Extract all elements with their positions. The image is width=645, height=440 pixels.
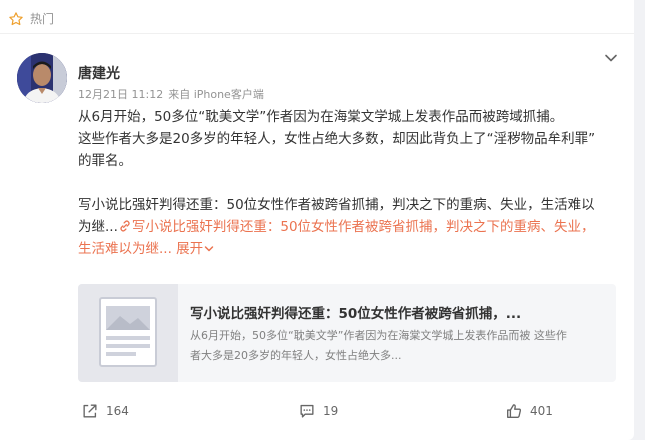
post-content: 从6月开始，50多位“耽美文学”作者因为在海棠文学城上发表作品而被跨域抓捕。 这… <box>78 106 618 260</box>
expand-button[interactable]: 展开 <box>176 241 215 257</box>
like-count: 401 <box>530 404 553 418</box>
article-link[interactable]: 写小说比强奸判得还重：50位女性作者被跨省抓捕，判决之下的重病、失业， <box>118 219 595 235</box>
content-line: 这些作者大多是20多岁的年轻人，女性占绝大多数，却因此背负上了“淫秽物品牟利罪” <box>78 131 596 147</box>
article-link-cont[interactable]: 生活难以为继... <box>78 241 172 257</box>
article-desc-line: 从6月开始，50多位“耽美文学”作者因为在海棠文学城上发表作品而被 这些作 <box>190 329 567 342</box>
content-line: 为继... 写小说比强奸判得还重：50位女性作者被跨省抓捕，判决之下的重病、失业， <box>78 216 618 238</box>
content-line: 写小说比强奸判得还重：50位女性作者被跨省抓捕，判决之下的重病、失业，生活难以 <box>78 197 595 213</box>
article-title[interactable]: 写小说比强奸判得还重：50位女性作者被跨省抓捕，... <box>190 302 521 322</box>
like-button[interactable]: 401 <box>505 402 553 420</box>
article-link-text[interactable]: 写小说比强奸判得还重：50位女性作者被跨省抓捕，判决之下的重病、失业， <box>132 219 595 235</box>
comment-icon <box>300 404 314 418</box>
chevron-down-small-icon <box>204 246 214 252</box>
post-source: 来自 iPhone客户端 <box>168 88 264 101</box>
content-line: 生活难以为继... 展开 <box>78 238 618 260</box>
divider <box>0 33 634 34</box>
share-icon <box>83 404 97 418</box>
article-description: 从6月开始，50多位“耽美文学”作者因为在海棠文学城上发表作品而被 这些作 者大… <box>190 326 600 366</box>
share-button[interactable]: 164 <box>81 402 129 420</box>
share-count: 164 <box>106 404 129 418</box>
content-line: 的罪名。 <box>78 153 132 169</box>
expand-label[interactable]: 展开 <box>176 241 203 257</box>
link-icon <box>120 220 130 232</box>
article-card[interactable]: 写小说比强奸判得还重：50位女性作者被跨省抓捕，... 从6月开始，50多位“耽… <box>78 284 616 382</box>
article-desc-line: 者大多是20多岁的年轻人，女性占绝大多... <box>190 349 402 362</box>
star-outline-icon <box>9 11 23 25</box>
comment-button[interactable]: 19 <box>298 402 338 420</box>
scrollbar[interactable] <box>636 0 645 440</box>
avatar[interactable] <box>17 53 67 103</box>
chevron-down-icon[interactable] <box>603 50 619 66</box>
author-name[interactable]: 唐建光 <box>78 63 120 83</box>
post-date[interactable]: 12月21日 11:12 <box>78 86 163 102</box>
article-thumbnail <box>78 284 178 382</box>
comment-count: 19 <box>323 404 339 418</box>
feed-card: 热门 唐建光 12月21日 11:12 来自 iPhone客户端 从6月开始，5… <box>0 0 634 440</box>
content-line: 从6月开始，50多位“耽美文学”作者因为在海棠文学城上发表作品而被跨域抓捕。 <box>78 109 564 125</box>
content-line-tail: 为继... <box>78 219 118 235</box>
hot-header: 热门 <box>8 10 54 27</box>
document-icon <box>99 297 157 367</box>
post-meta: 12月21日 11:12 来自 iPhone客户端 <box>78 86 264 102</box>
action-bar: 164 19 401 <box>0 398 634 428</box>
hot-label: 热门 <box>30 12 55 26</box>
thumbs-up-icon <box>507 404 522 418</box>
